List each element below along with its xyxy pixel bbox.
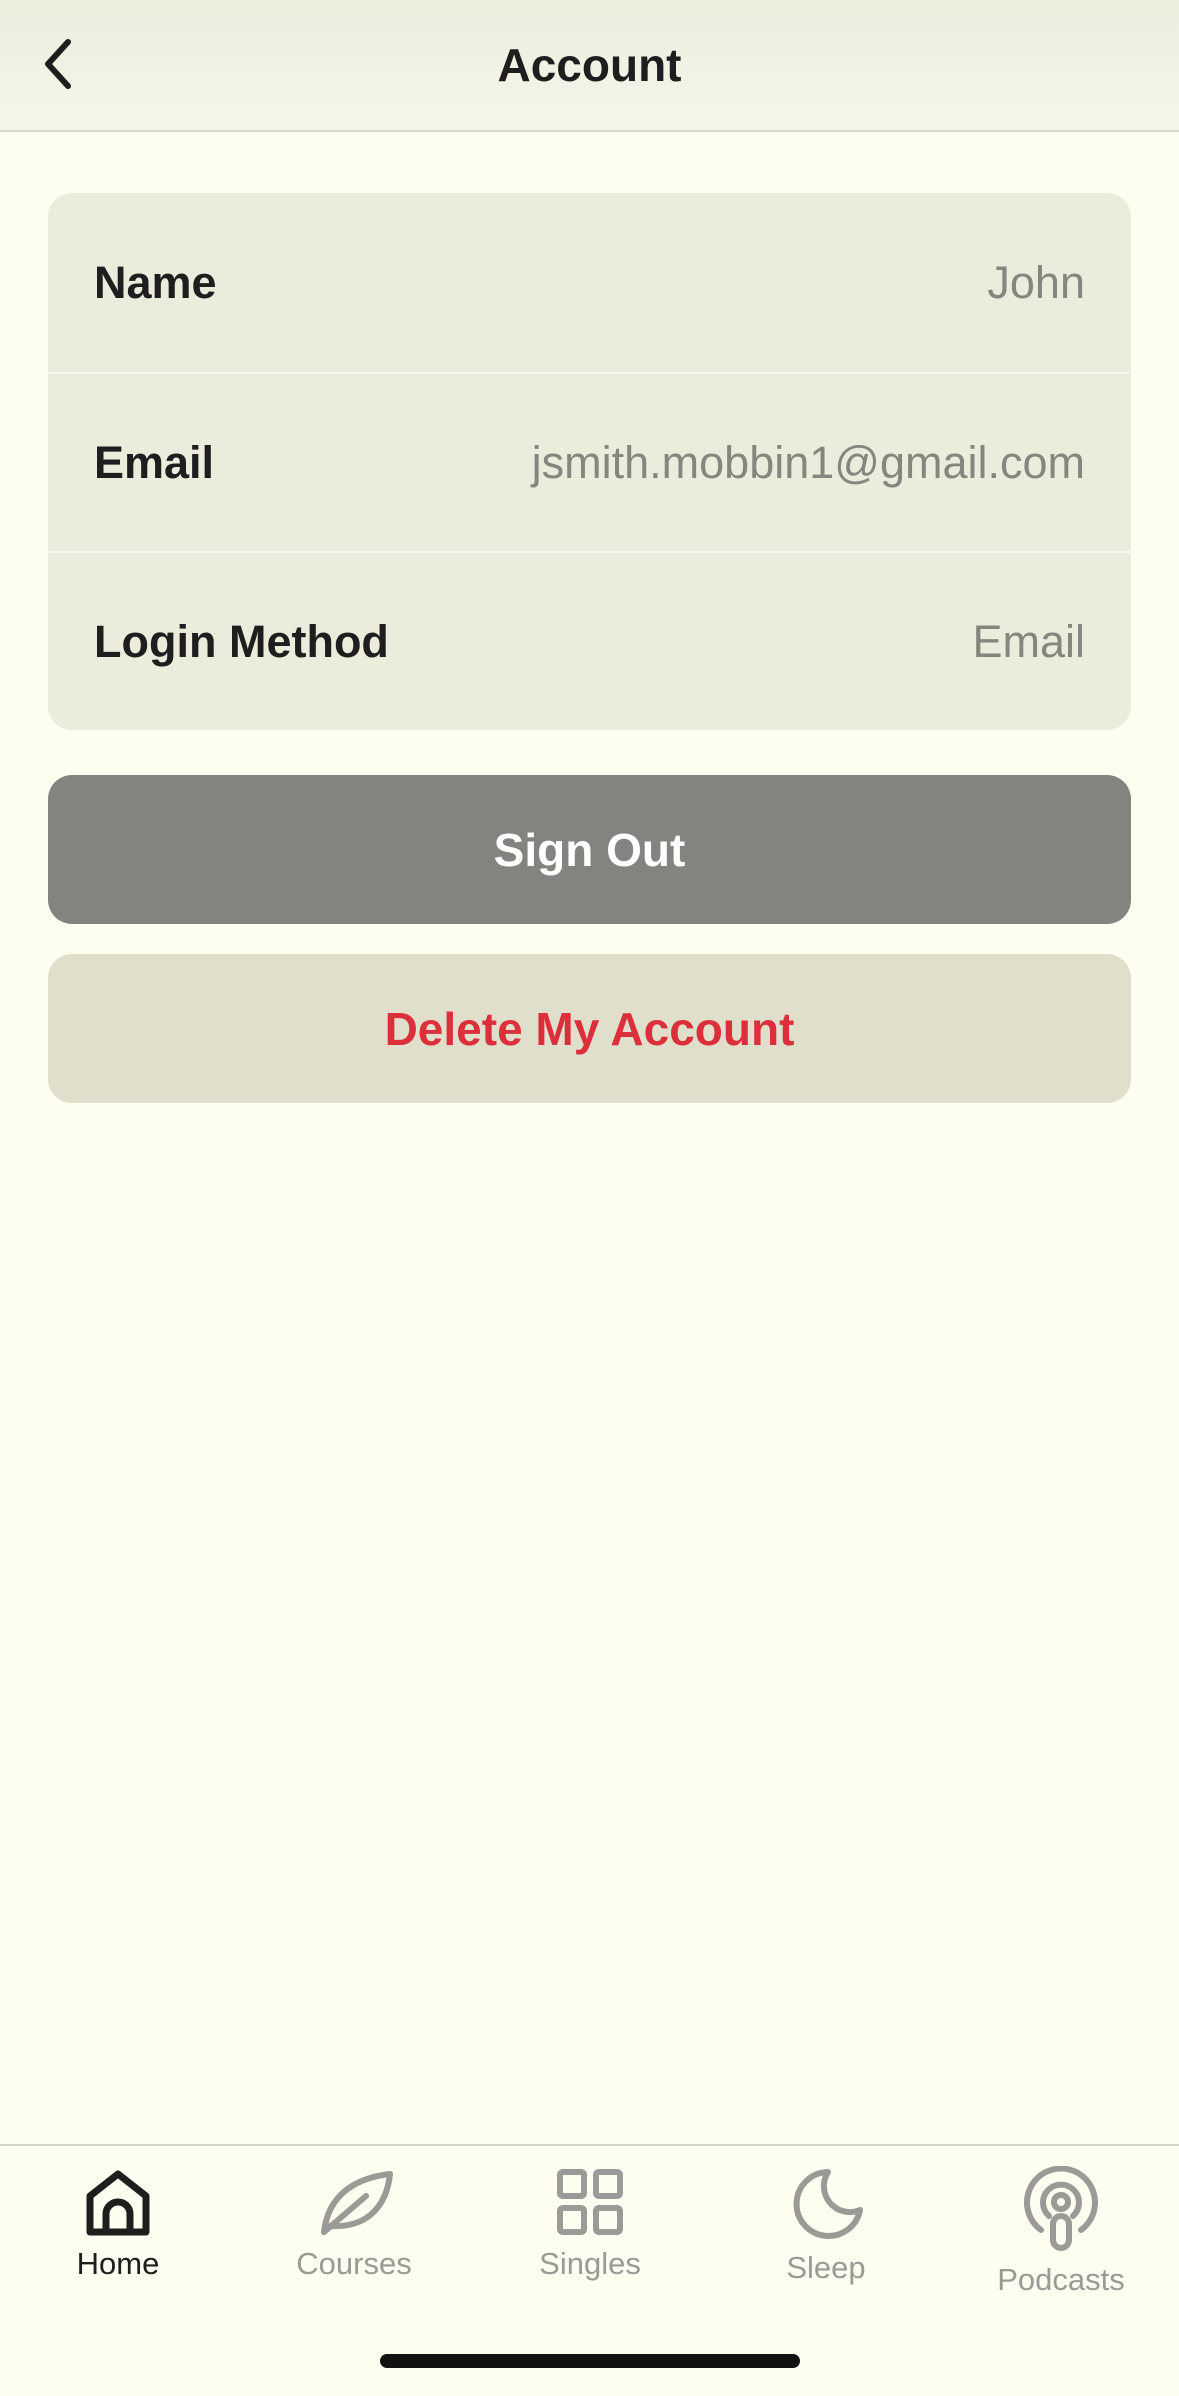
leaf-icon (321, 2171, 393, 2235)
grid-icon (557, 2169, 623, 2235)
moon-icon (793, 2169, 863, 2239)
tab-sleep[interactable]: Sleep (708, 2146, 944, 2316)
login-method-label: Login Method (94, 615, 389, 667)
tab-courses[interactable]: Courses (236, 2146, 472, 2316)
sign-out-button[interactable]: Sign Out (48, 775, 1131, 924)
name-value: John (987, 256, 1085, 308)
home-icon (86, 2170, 150, 2236)
login-method-value: Email (972, 615, 1085, 667)
page-title: Account (497, 39, 682, 91)
login-method-row[interactable]: Login Method Email (48, 551, 1131, 730)
tab-podcasts-label: Podcasts (997, 2262, 1125, 2297)
tab-courses-label: Courses (296, 2246, 412, 2281)
name-label: Name (94, 256, 217, 308)
tab-home[interactable]: Home (0, 2146, 236, 2316)
nav-header: Account (0, 0, 1179, 132)
tab-singles-label: Singles (539, 2246, 641, 2281)
name-row[interactable]: Name John (48, 193, 1131, 372)
email-value: jsmith.mobbin1@gmail.com (531, 436, 1085, 488)
tab-podcasts[interactable]: Podcasts (943, 2146, 1179, 2316)
tab-home-label: Home (76, 2246, 160, 2281)
email-label: Email (94, 436, 215, 488)
home-indicator (380, 2354, 800, 2368)
account-info-card: Name John Email jsmith.mobbin1@gmail.com… (48, 193, 1131, 730)
delete-account-button[interactable]: Delete My Account (48, 954, 1131, 1103)
email-row[interactable]: Email jsmith.mobbin1@gmail.com (48, 372, 1131, 551)
tab-singles[interactable]: Singles (472, 2146, 708, 2316)
tab-sleep-label: Sleep (786, 2250, 866, 2285)
podcast-icon (1024, 2166, 1098, 2251)
